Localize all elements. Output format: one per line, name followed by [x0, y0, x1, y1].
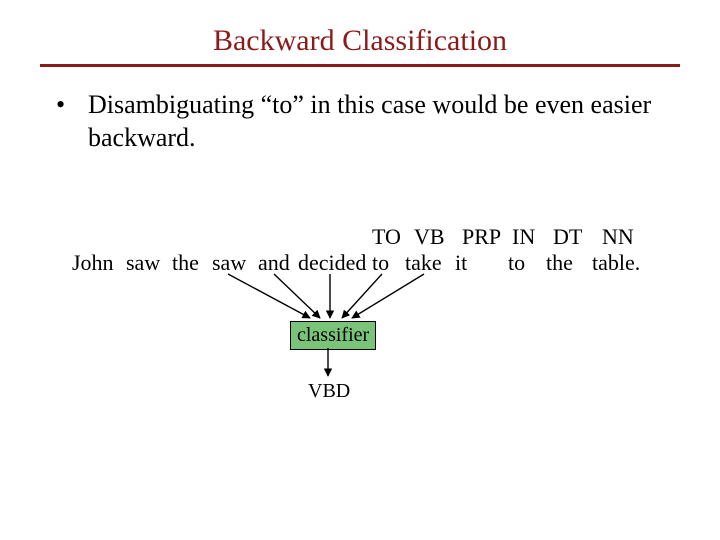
w-take: take [405, 250, 442, 276]
bullet-item: • Disambiguating “to” in this case would… [56, 89, 664, 154]
w-the-2: the [546, 250, 573, 276]
title-rule [40, 64, 680, 67]
bullet-dot-icon: • [56, 89, 65, 122]
tag-to-1: TO [372, 224, 401, 250]
w-table: table. [592, 250, 640, 276]
bullet-text: Disambiguating “to” in this case would b… [88, 89, 664, 154]
w-it: it [455, 250, 467, 276]
tag-the-2: DT [553, 224, 582, 250]
w-saw-1: saw [126, 250, 160, 276]
tag-to-2: IN [512, 224, 535, 250]
w-decided: decided [298, 250, 366, 276]
w-to-2: to [508, 250, 525, 276]
w-and: and [258, 250, 290, 276]
tag-take: VB [414, 224, 445, 250]
tag-it: PRP [462, 224, 501, 250]
output-tag: VBD [308, 380, 350, 403]
tag-table: NN [602, 224, 634, 250]
classifier-box: classifier [290, 321, 376, 350]
slide-title: Backward Classification [0, 24, 720, 58]
w-the-1: the [172, 250, 199, 276]
w-to-1: to [372, 250, 389, 276]
w-saw-2: saw [212, 250, 246, 276]
bullet-block: • Disambiguating “to” in this case would… [56, 89, 664, 154]
example-stage: TO VB PRP IN DT NN John saw the saw and … [0, 224, 720, 424]
w-john: John [72, 250, 114, 276]
